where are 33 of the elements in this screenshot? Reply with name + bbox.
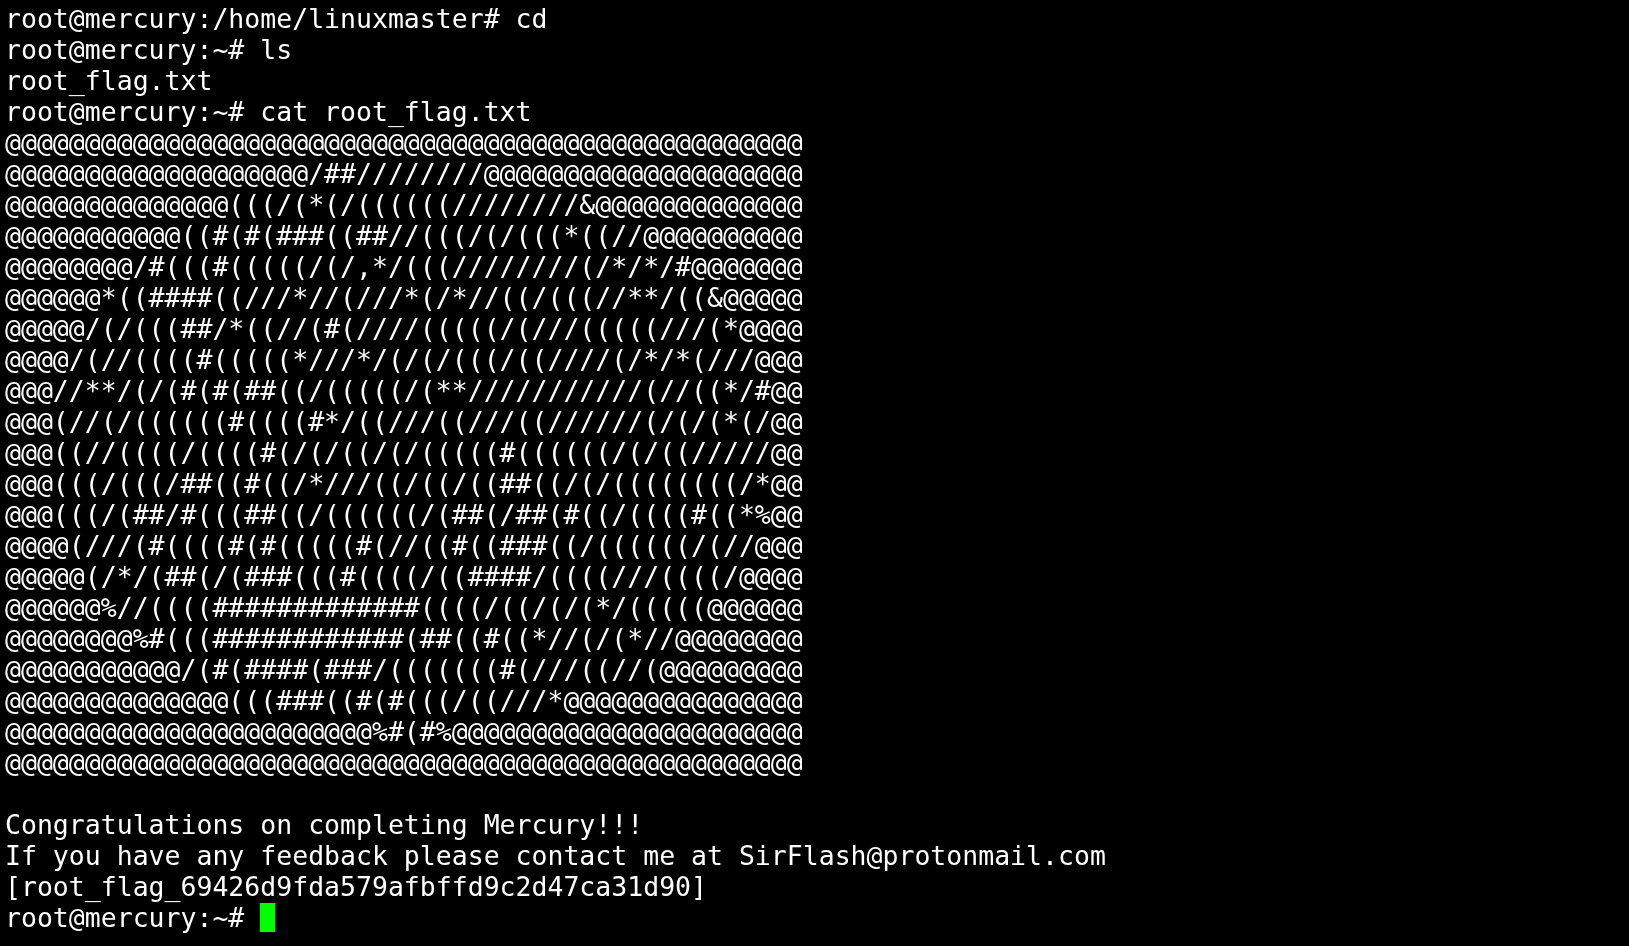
ascii-art-line: @@@@@@@@%#(((############(##((#((*//(/(*//@@@@@@@@ [5, 623, 803, 654]
output-line: Congratulations on completing Mercury!!! [5, 809, 644, 840]
command-text: cd [515, 3, 548, 34]
command-text: cat root_flag.txt [260, 96, 532, 127]
output-line: root_flag.txt [5, 65, 213, 96]
ascii-art-line: @@@@(///(#((((#(#(((((#(//((#((###((/((((((/(//@@@ [5, 530, 803, 561]
ascii-art-line: @@@@@@@@@@@@@@@@@@@@@@@%#(#%@@@@@@@@@@@@@@@@@@@@@@ [5, 716, 803, 747]
text-cursor[interactable] [260, 903, 276, 932]
ascii-art-line: @@@((//((((/((((#(/(/((/(/(((((#((((((/(/((/////@@ [5, 437, 803, 468]
ascii-art-line: @@@(//(/((((((#((((#*/((///((///((//////(/(/(*(/@@ [5, 406, 803, 437]
ascii-art-line: @@@@@@%//((((#############((((/((/(/(*/(((((@@@@@@ [5, 592, 803, 623]
output-line: If you have any feedback please contact me at SirFlash@protonmail.com [5, 840, 1106, 871]
ascii-art-line: @@@@@@*((####((///*//(///*(/*//((/(((//**/((&@@@@@ [5, 282, 803, 313]
ascii-art-line: @@@@@@@@@@@@@@(((/(*(/((((((////////&@@@@@@@@@@@@@ [5, 189, 803, 220]
ascii-art-line: @@@(((/(##/#(((##((/((((((/(##(/##(#((/((((#((*%@@ [5, 499, 803, 530]
ascii-art-line: @@@@@(/*/(##(/(###(((#((((/((####/((((///((((/@@@@ [5, 561, 803, 592]
ascii-art-line: @@@@@@@@@@@((#(#(###((##//(((/(/(((*((//@@@@@@@@@@ [5, 220, 803, 251]
output-line: [root_flag_69426d9fda579afbffd9c2d47ca31d90] [5, 871, 707, 902]
ascii-art-line: @@@(((/(((/##((#((/*///((/((/((##((/(/((((((((/*@@ [5, 468, 803, 499]
prompt-text: root@mercury:~# [5, 902, 245, 933]
ascii-art-line: @@@@/(//((((#(((((*///*/(/(/(((/((////(/*/*(///@@@ [5, 344, 803, 375]
ascii-art-line: @@@@@@@@@@@@@@@@@@@/##////////@@@@@@@@@@@@@@@@@@@@ [5, 158, 803, 189]
ascii-art-line: @@@//**/(/(#(#(##((/(((((/(**///////////(//((*/#@@ [5, 375, 803, 406]
ascii-art-line: @@@@@@@@/#(((#(((((/(/,*/(((////////(/*/*/#@@@@@@@ [5, 251, 803, 282]
prompt-text: root@mercury:~# [5, 34, 245, 65]
prompt-text: root@mercury:/home/linuxmaster# [5, 3, 500, 34]
ascii-art-line: @@@@@@@@@@@/(#(####(###/(((((((#(///((//(@@@@@@@@@ [5, 654, 803, 685]
ascii-art-line: @@@@@@@@@@@@@@@@@@@@@@@@@@@@@@@@@@@@@@@@@@@@@@@@@@ [5, 747, 803, 778]
prompt-text: root@mercury:~# [5, 96, 245, 127]
command-text: ls [260, 34, 293, 65]
ascii-art-line: @@@@@@@@@@@@@@(((###((#(#(((/((///*@@@@@@@@@@@@@@@ [5, 685, 803, 716]
ascii-art-line: @@@@@@@@@@@@@@@@@@@@@@@@@@@@@@@@@@@@@@@@@@@@@@@@@@ [5, 127, 803, 158]
ascii-art-line: @@@@@/(/(((##/*((//(#(////(((((/(///(((((///(*@@@@ [5, 313, 803, 344]
